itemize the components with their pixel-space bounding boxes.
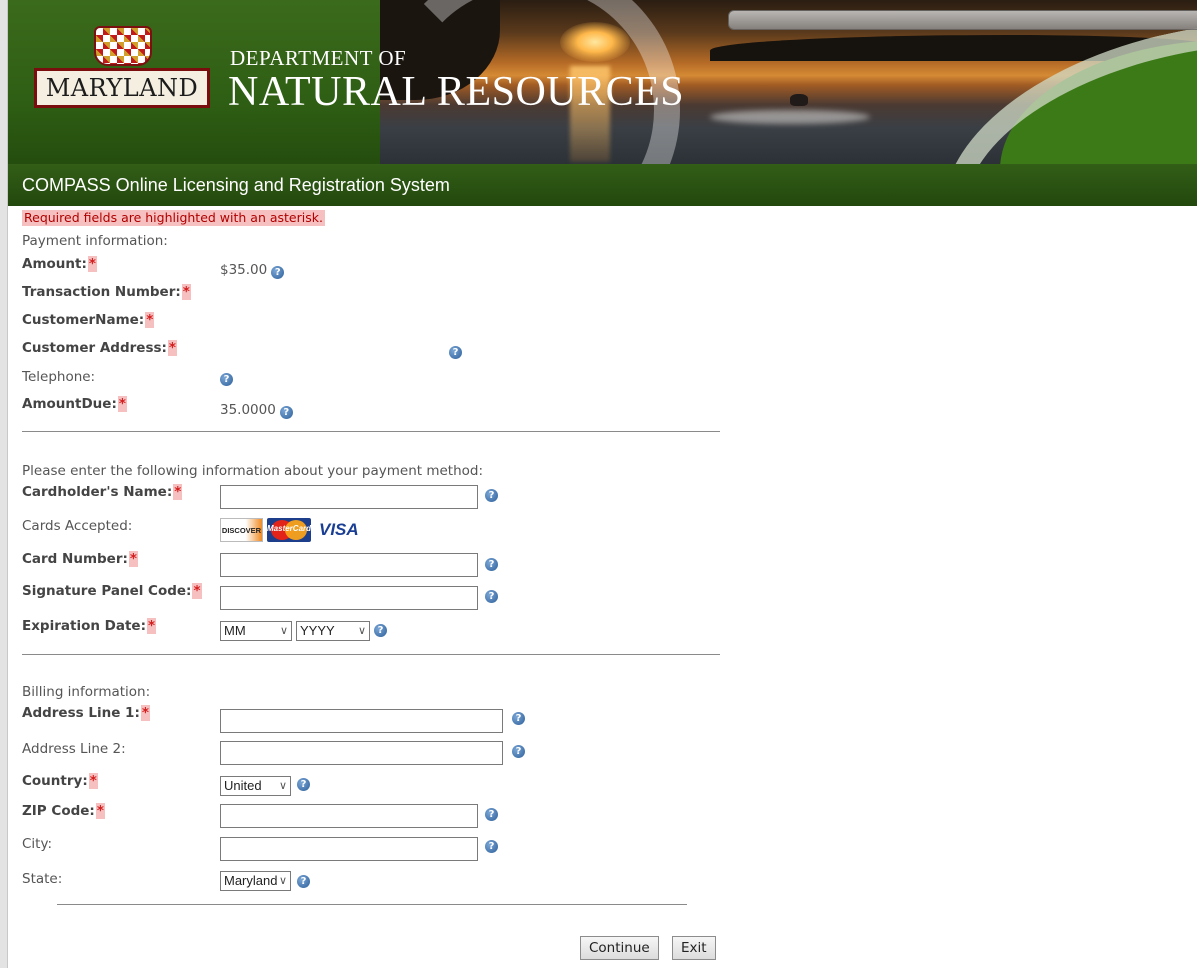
address-line2-label: Address Line 2: xyxy=(22,741,126,757)
zip-code-help-icon[interactable]: ? xyxy=(485,808,498,821)
required-marker: * xyxy=(95,803,105,819)
expiration-date-label: Expiration Date: * xyxy=(22,618,157,634)
country-help-icon[interactable]: ? xyxy=(297,778,310,791)
divider xyxy=(22,654,720,655)
customer-name-label: CustomerName: * xyxy=(22,312,155,328)
top-toolbar-strip xyxy=(728,10,1197,30)
required-marker: * xyxy=(128,551,138,567)
required-marker: * xyxy=(117,396,127,412)
required-marker: * xyxy=(140,705,150,721)
expiration-year-select[interactable]: YYYY ∨ xyxy=(296,621,370,641)
card-number-help-icon[interactable]: ? xyxy=(485,558,498,571)
boat-silhouette xyxy=(790,94,808,106)
state-help-icon[interactable]: ? xyxy=(297,875,310,888)
required-marker: * xyxy=(173,484,183,500)
chevron-down-icon: ∨ xyxy=(357,625,366,637)
zip-code-input[interactable] xyxy=(220,804,478,828)
required-marker: * xyxy=(87,256,97,272)
signature-code-label: Signature Panel Code: * xyxy=(22,583,202,599)
dept-title-line2: NATURAL RESOURCES xyxy=(228,69,685,115)
card-number-label: Card Number: * xyxy=(22,551,138,567)
amount-due-value: 35.0000? xyxy=(220,402,293,419)
maryland-flag-icon xyxy=(94,26,152,66)
discover-card-icon: DISCOVER xyxy=(220,518,263,542)
required-marker: * xyxy=(88,773,98,789)
help-icon[interactable]: ? xyxy=(271,266,285,279)
telephone-help-icon[interactable]: ? xyxy=(220,373,233,386)
signature-code-help-icon[interactable]: ? xyxy=(485,590,498,603)
city-label: City: xyxy=(22,836,53,852)
amount-due-label: AmountDue: * xyxy=(22,396,127,412)
customer-address-label: Customer Address: * xyxy=(22,340,177,356)
required-marker: * xyxy=(192,583,202,599)
zip-code-label: ZIP Code: * xyxy=(22,803,105,819)
address-line2-input[interactable] xyxy=(220,741,503,765)
required-marker: * xyxy=(181,284,191,300)
address-line2-help-icon[interactable]: ? xyxy=(512,745,525,758)
country-label: Country: * xyxy=(22,773,98,789)
country-select[interactable]: United ∨ xyxy=(220,776,291,796)
payment-method-heading: Please enter the following information a… xyxy=(22,463,484,479)
customer-address-help-icon[interactable]: ? xyxy=(449,346,462,359)
divider xyxy=(57,904,687,905)
continue-button[interactable]: Continue xyxy=(580,936,659,960)
card-number-input[interactable] xyxy=(220,553,478,577)
required-marker: * xyxy=(146,618,157,634)
amount-value: $35.00? xyxy=(220,262,285,279)
transaction-number-label: Transaction Number: * xyxy=(22,284,191,300)
cards-accepted-label: Cards Accepted: xyxy=(22,518,133,534)
accepted-cards: DISCOVER MasterCard VISA xyxy=(220,518,359,542)
chevron-down-icon: ∨ xyxy=(278,780,287,792)
header-banner: MARYLAND DEPARTMENT OF NATURAL RESOURCES xyxy=(8,0,1197,164)
city-input[interactable] xyxy=(220,837,478,861)
cardholder-name-input[interactable] xyxy=(220,485,478,509)
city-help-icon[interactable]: ? xyxy=(485,840,498,853)
left-border xyxy=(0,0,8,968)
maryland-logo[interactable]: MARYLAND xyxy=(34,26,210,110)
payment-info-heading: Payment information: xyxy=(22,233,168,249)
chevron-down-icon: ∨ xyxy=(278,875,287,887)
exit-button[interactable]: Exit xyxy=(672,936,716,960)
chevron-down-icon: ∨ xyxy=(279,625,288,637)
required-marker: * xyxy=(167,340,177,356)
visa-card-icon: VISA xyxy=(319,520,359,539)
address-line1-label: Address Line 1: * xyxy=(22,705,150,721)
system-title-bar: COMPASS Online Licensing and Registratio… xyxy=(8,164,1197,206)
mastercard-icon: MasterCard xyxy=(267,518,311,542)
divider xyxy=(22,431,720,432)
address-line1-help-icon[interactable]: ? xyxy=(512,712,525,725)
maryland-wordmark: MARYLAND xyxy=(34,68,210,108)
state-select[interactable]: Maryland ∨ xyxy=(220,871,291,891)
cardholder-name-label: Cardholder's Name: * xyxy=(22,484,183,500)
cardholder-name-help-icon[interactable]: ? xyxy=(485,489,498,502)
signature-code-input[interactable] xyxy=(220,586,478,610)
expiration-month-select[interactable]: MM ∨ xyxy=(220,621,292,641)
address-line1-input[interactable] xyxy=(220,709,503,733)
amount-label: Amount: * xyxy=(22,256,97,272)
telephone-label: Telephone: xyxy=(22,369,96,385)
help-icon[interactable]: ? xyxy=(279,406,293,419)
billing-heading: Billing information: xyxy=(22,684,151,700)
required-fields-note: Required fields are highlighted with an … xyxy=(22,210,325,226)
required-marker: * xyxy=(145,312,155,328)
state-label: State: xyxy=(22,871,63,887)
expiration-help-icon[interactable]: ? xyxy=(374,624,387,637)
